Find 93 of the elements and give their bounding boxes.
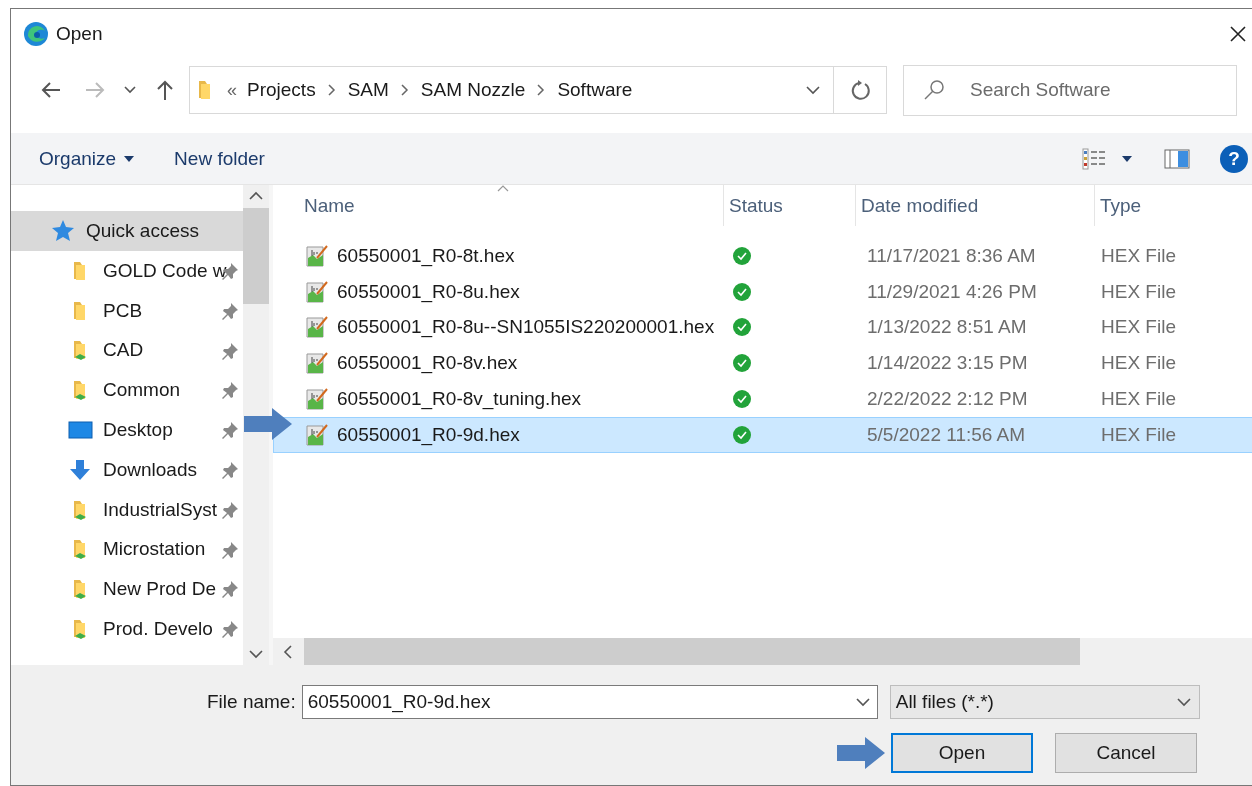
- chevron-left-icon: [283, 644, 292, 659]
- annotation-arrow: [837, 737, 885, 769]
- annotation-arrow: [244, 408, 292, 440]
- star-icon: [51, 219, 76, 243]
- file-row[interactable]: 60550001_R0-8u.hex 11/29/2021 4:26 PM HEX File: [273, 273, 1252, 310]
- window-title: Open: [56, 22, 103, 45]
- date-modified: 11/29/2021 4:26 PM: [867, 280, 1037, 303]
- open-button[interactable]: Open: [891, 733, 1033, 773]
- file-name: 60550001_R0-8v.hex: [337, 352, 518, 375]
- date-modified: 2/22/2022 2:12 PM: [867, 388, 1028, 411]
- file-type: HEX File: [1101, 423, 1176, 446]
- chevron-down-icon: [806, 85, 820, 95]
- folder-icon: [72, 338, 87, 363]
- column-header[interactable]: Date modified: [856, 185, 1095, 226]
- file-type-dropdown[interactable]: All files (*.*): [889, 685, 1200, 719]
- vertical-scrollbar[interactable]: [243, 185, 269, 665]
- file-type: HEX File: [1101, 280, 1176, 303]
- folder-icon: [72, 537, 87, 562]
- organize-button[interactable]: Organize: [31, 139, 143, 178]
- file-row[interactable]: 60550001_R0-8t.hex 11/17/2021 8:36 AM HEX File: [273, 238, 1252, 274]
- chevron-down-icon: [1176, 697, 1191, 707]
- sidebar-item[interactable]: PCB: [11, 290, 243, 331]
- sidebar-item[interactable]: IndustrialSyst: [11, 489, 243, 530]
- chevron-down-icon: [124, 86, 136, 94]
- chevron-down-icon: [855, 698, 870, 707]
- file-type: HEX File: [1101, 388, 1176, 411]
- horizontal-scrollbar[interactable]: [273, 638, 1252, 665]
- sort-ascending-icon: [497, 185, 509, 192]
- file-type: HEX File: [1101, 244, 1176, 267]
- file-name: 60550001_R0-8u.hex: [337, 280, 520, 303]
- folder-icon: [72, 378, 87, 403]
- column-header[interactable]: Status: [724, 185, 856, 226]
- date-modified: 11/17/2021 8:36 AM: [867, 244, 1036, 267]
- file-row[interactable]: 60550001_R0-8u--SN1055IS220200001.hex 1/13/2022 8:51 AM HEX File: [273, 309, 1252, 346]
- hex-file-icon: [305, 279, 329, 304]
- breadcrumb-item[interactable]: Projects: [247, 79, 316, 101]
- hex-file-icon: [305, 422, 329, 447]
- address-bar[interactable]: « Projects SAM SAM Nozzle Software: [189, 66, 834, 114]
- app-logo-icon: [22, 19, 50, 48]
- sidebar-item[interactable]: Prod. Develo: [11, 609, 243, 649]
- column-header[interactable]: Name: [299, 185, 724, 226]
- help-button[interactable]: ?: [1220, 144, 1248, 173]
- refresh-icon: [849, 79, 871, 101]
- file-name: 60550001_R0-8t.hex: [337, 244, 515, 267]
- sidebar-item[interactable]: Downloads: [11, 450, 243, 490]
- breadcrumb-item[interactable]: SAM: [347, 79, 389, 101]
- chevron-right-icon: [537, 84, 546, 96]
- file-name: 60550001_R0-9d.hex: [337, 423, 520, 446]
- file-row[interactable]: 60550001_R0-8v.hex 1/14/2022 3:15 PM HEX File: [273, 345, 1252, 382]
- folder-icon: [72, 617, 87, 642]
- cancel-button[interactable]: Cancel: [1055, 733, 1197, 773]
- chevron-right-icon: [400, 84, 409, 96]
- list-view-icon: [1082, 147, 1108, 170]
- file-row[interactable]: 60550001_R0-9d.hex 5/5/2022 11:56 AM HEX File: [273, 417, 1252, 453]
- scrollbar-thumb[interactable]: [243, 208, 269, 304]
- file-name-label: File name:: [207, 691, 296, 713]
- column-header[interactable]: Type: [1095, 185, 1252, 226]
- hex-file-icon: [305, 315, 329, 340]
- breadcrumb-item[interactable]: Software: [557, 79, 633, 101]
- hex-file-icon: [305, 243, 329, 268]
- down-arrow-icon: [68, 457, 93, 482]
- folder-icon: [72, 577, 87, 602]
- breadcrumb-item[interactable]: SAM Nozzle: [420, 79, 526, 101]
- sidebar-item[interactable]: Desktop: [11, 410, 243, 450]
- sidebar-item[interactable]: New Prod De: [11, 569, 243, 610]
- date-modified: 1/13/2022 8:51 AM: [867, 316, 1027, 339]
- file-name: 60550001_R0-8u--SN1055IS220200001.hex: [337, 316, 715, 339]
- file-name: 60550001_R0-8v_tuning.hex: [337, 388, 582, 411]
- close-icon: [1229, 24, 1247, 43]
- file-name-field[interactable]: 60550001_R0-9d.hex: [301, 685, 878, 719]
- sidebar-item[interactable]: Microstation: [11, 529, 243, 570]
- chevron-right-icon: [327, 84, 336, 96]
- sidebar-item[interactable]: Quick access: [11, 211, 243, 251]
- sidebar-item[interactable]: CAD: [11, 330, 243, 371]
- file-type: HEX File: [1101, 316, 1176, 339]
- breadcrumb-overflow[interactable]: «: [227, 79, 237, 101]
- new-folder-button[interactable]: New folder: [166, 139, 273, 178]
- refresh-button[interactable]: [834, 66, 887, 114]
- caret-icon: [124, 155, 135, 162]
- chevron-down-icon: [249, 650, 263, 659]
- search-field[interactable]: Search Software: [903, 64, 1237, 116]
- chevron-up-icon: [249, 191, 263, 200]
- caret-icon: [1122, 155, 1132, 162]
- hex-file-icon: [305, 387, 329, 412]
- search-icon: [923, 78, 945, 101]
- date-modified: 5/5/2022 11:56 AM: [867, 423, 1026, 446]
- preview-pane-icon: [1164, 148, 1190, 169]
- hex-file-icon: [305, 351, 329, 376]
- file-type: HEX File: [1101, 352, 1176, 375]
- sidebar-item[interactable]: Common: [11, 370, 243, 411]
- scrollbar-thumb[interactable]: [304, 638, 1080, 665]
- date-modified: 1/14/2022 3:15 PM: [867, 352, 1028, 375]
- file-row[interactable]: 60550001_R0-8v_tuning.hex 2/22/2022 2:12 PM HEX File: [273, 381, 1252, 417]
